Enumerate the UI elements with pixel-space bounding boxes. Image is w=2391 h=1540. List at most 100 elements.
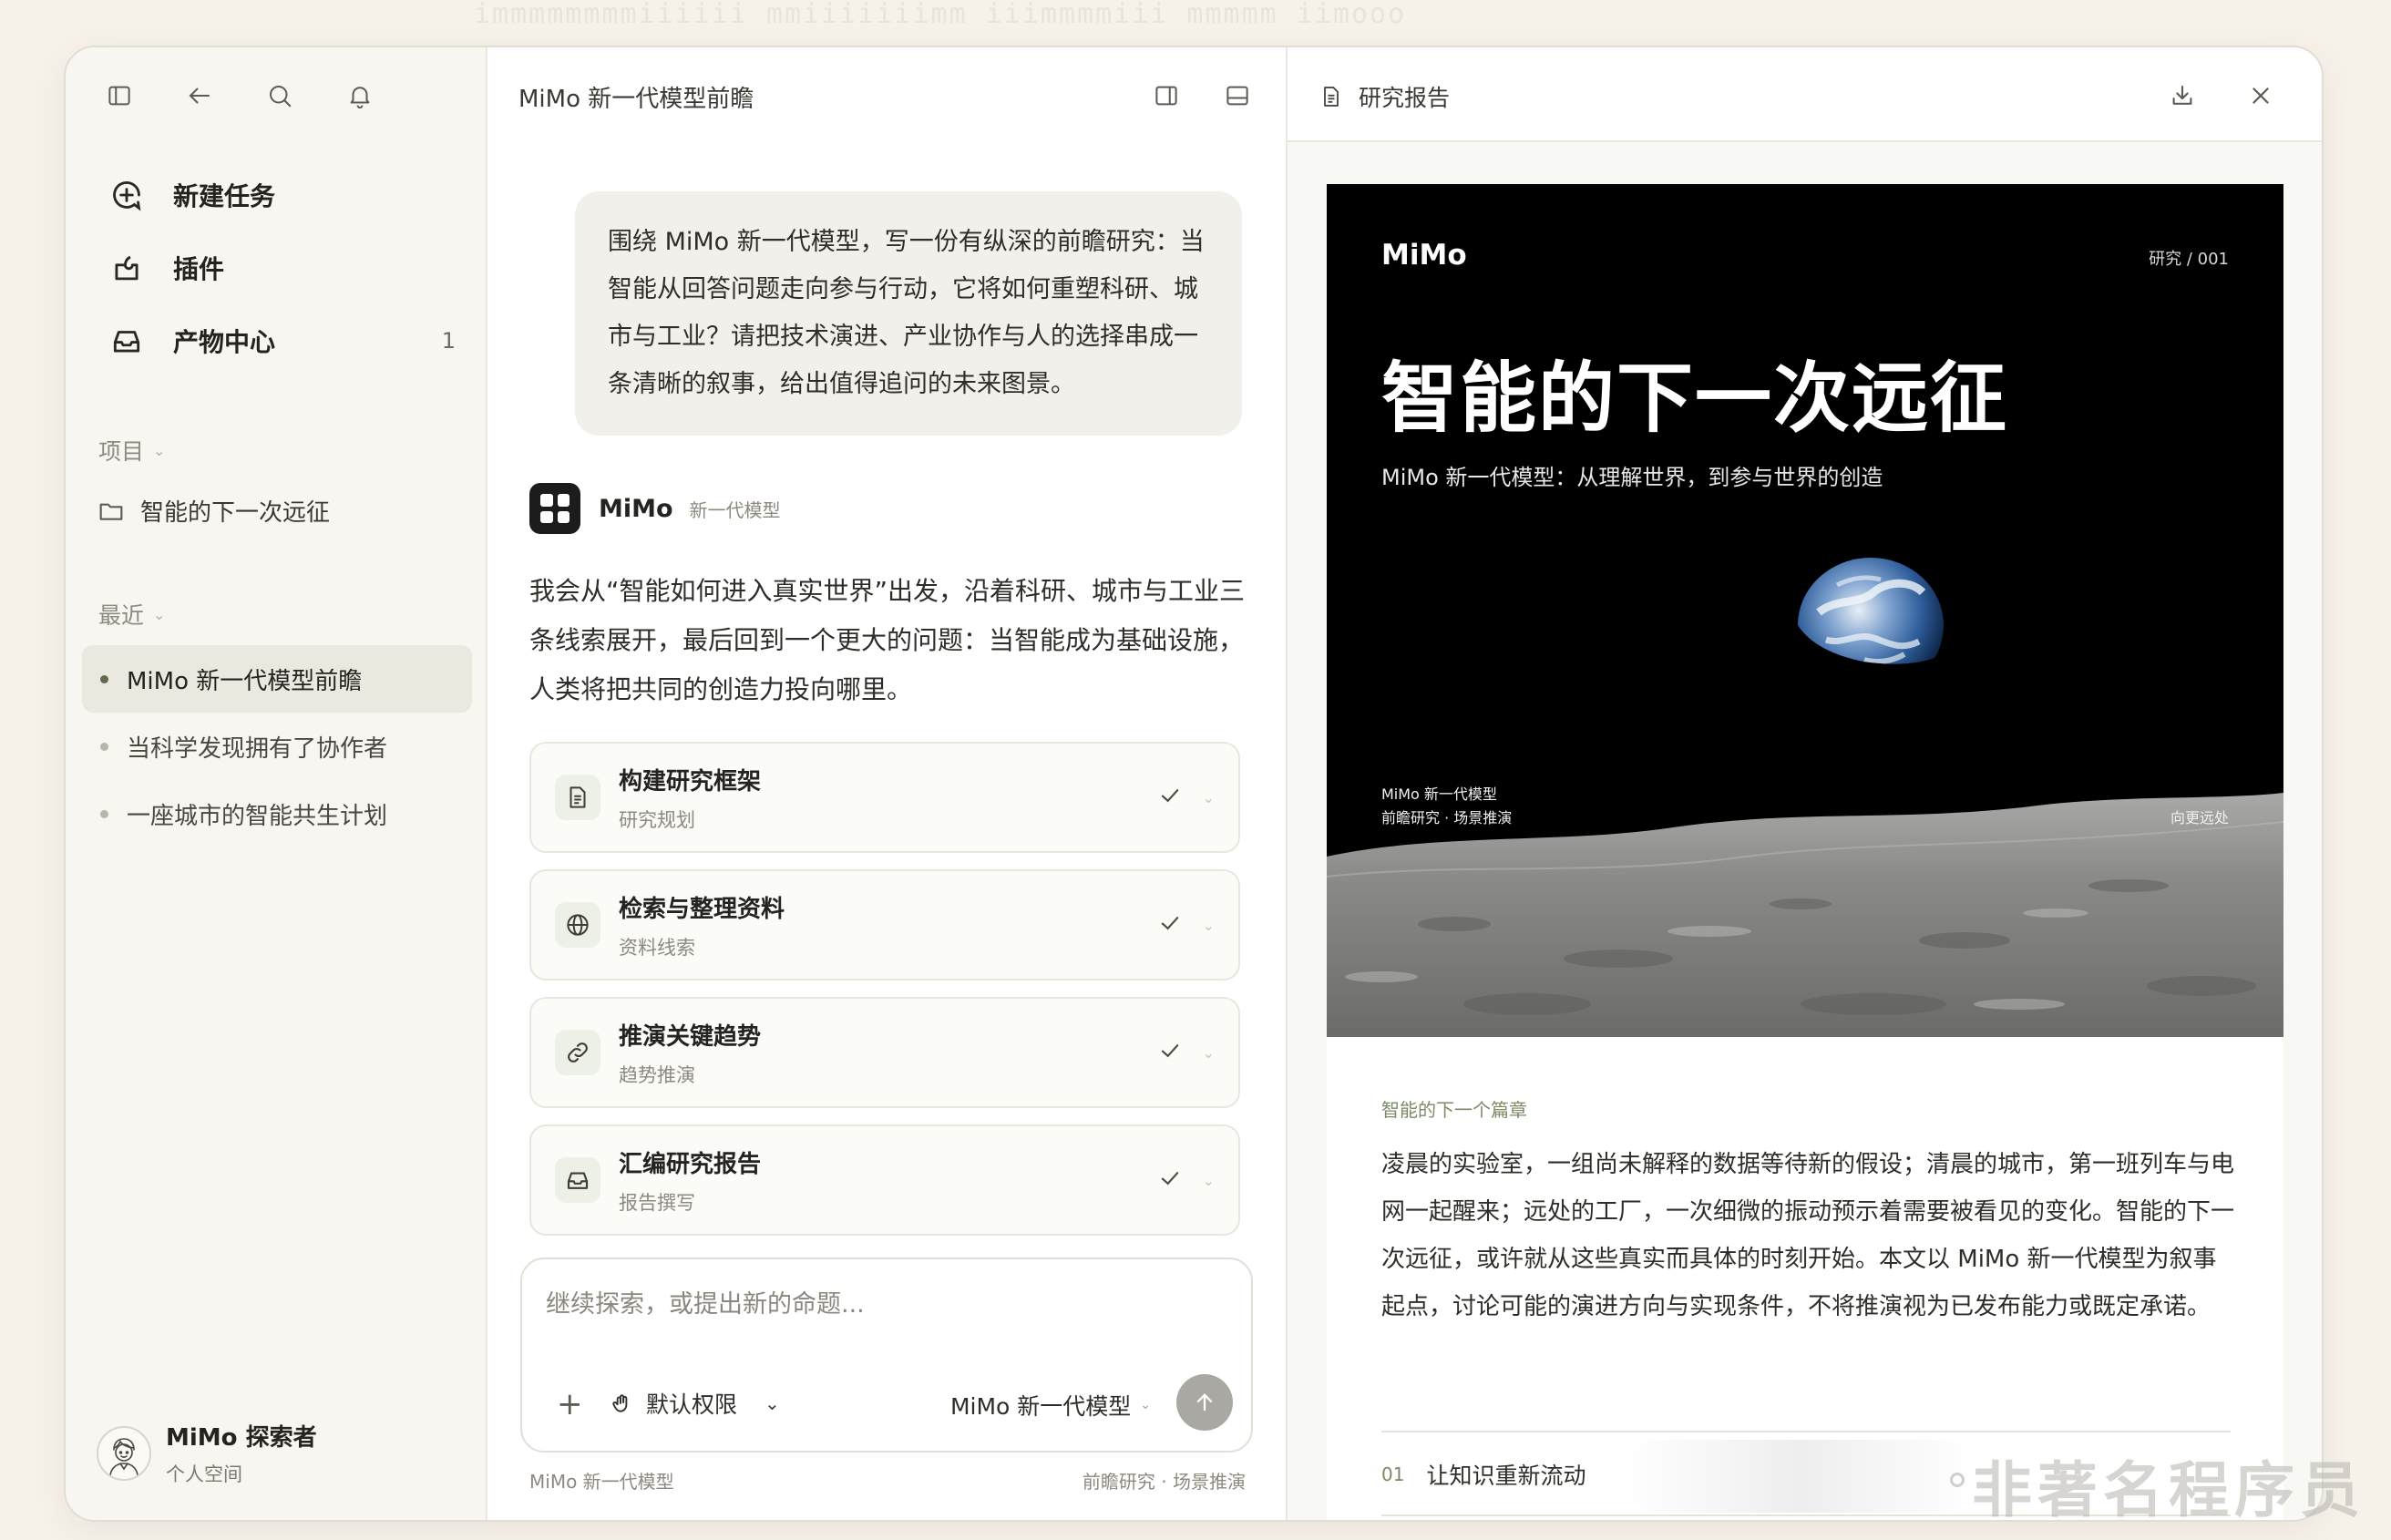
step-title: 构建研究框架 — [619, 767, 762, 796]
user-profile[interactable]: MiMo 探索者 个人空间 — [97, 1419, 317, 1487]
assistant-message: 我会从“智能如何进入真实世界”出发，沿着科研、城市与工业三条线索展开，最后回到一… — [529, 576, 1246, 704]
split-view-icon[interactable] — [1151, 80, 1182, 111]
footer-mode: 前瞻研究 · 场景推演 — [1082, 1471, 1246, 1493]
plugins-button[interactable]: 插件 — [100, 231, 465, 304]
chat-title: MiMo 新一代模型前瞻 — [518, 86, 754, 113]
assistant-header: MiMo 新一代模型 — [529, 483, 781, 534]
sidebar: 新建任务 插件 产物中心 1 项目 ⌄ 智能的下一次远征 最近 ⌄ MiMo 新… — [66, 47, 487, 1520]
model-selector[interactable]: MiMo 新一代模型 ⌄ — [950, 1389, 1151, 1422]
message-composer: + 默认权限 ⌄ MiMo 新一代模型 ⌄ — [520, 1258, 1253, 1453]
assistant-model: 新一代模型 — [689, 498, 781, 521]
recent-item-city[interactable]: 一座城市的智能共生计划 — [82, 780, 472, 847]
permission-label: 默认权限 — [646, 1391, 738, 1418]
recent-item-mimo[interactable]: MiMo 新一代模型前瞻 — [82, 645, 472, 713]
section-kicker: 智能的下一个篇章 — [1381, 1099, 1527, 1121]
step-card[interactable]: 构建研究框架 研究规划 ⌄ — [529, 742, 1240, 853]
watermark-blur — [1622, 1440, 1977, 1513]
projects-title: 项目 — [98, 438, 145, 465]
watermark-text: 非著名程序员 — [1972, 1455, 2365, 1525]
step-title: 汇编研究报告 — [619, 1150, 762, 1178]
status-dot — [100, 674, 108, 683]
add-attachment-icon[interactable]: + — [557, 1389, 583, 1420]
message-input[interactable] — [546, 1290, 1220, 1319]
artifacts-button[interactable]: 产物中心 1 — [100, 304, 465, 377]
report-toolbar — [2167, 80, 2276, 111]
assistant-name: MiMo — [599, 494, 673, 523]
recent-section-header[interactable]: 最近 ⌄ — [98, 598, 165, 631]
chat-panel: MiMo 新一代模型前瞻 围绕 MiMo 新一代模型，写一份有纵深的前瞻研究：当… — [487, 47, 1288, 1520]
download-icon[interactable] — [2167, 80, 2198, 111]
chevron-down-icon[interactable]: ⌄ — [1203, 789, 1215, 806]
artifacts-label: 产物中心 — [173, 327, 276, 357]
projects-section-header[interactable]: 项目 ⌄ — [98, 434, 165, 467]
chevron-down-icon: ⌄ — [1140, 1398, 1151, 1412]
chevron-down-icon: ⌄ — [153, 605, 166, 623]
user-name: MiMo 探索者 — [166, 1424, 317, 1452]
chevron-down-icon[interactable]: ⌄ — [1203, 917, 1215, 934]
status-dot — [100, 809, 108, 818]
send-button[interactable] — [1176, 1374, 1233, 1431]
earthrise-image — [1327, 558, 2283, 1037]
permission-selector[interactable]: 默认权限 ⌄ — [610, 1387, 780, 1420]
plugin-icon — [108, 249, 146, 287]
chevron-down-icon: ⌄ — [765, 1392, 780, 1414]
new-task-button[interactable]: 新建任务 — [100, 159, 465, 231]
recent-item-label: 一座城市的智能共生计划 — [127, 802, 388, 830]
plugins-label: 插件 — [173, 254, 225, 284]
step-card[interactable]: 推演关键趋势 趋势推演 ⌄ — [529, 997, 1240, 1108]
app-window: 新建任务 插件 产物中心 1 项目 ⌄ 智能的下一次远征 最近 ⌄ MiMo 新… — [64, 46, 2324, 1522]
sidebar-project-item[interactable]: 智能的下一次远征 — [97, 494, 330, 528]
report-intro: 凌晨的实验室，一组尚未解释的数据等待新的假设；清晨的城市，第一班列车与电网一起醒… — [1381, 1151, 2235, 1320]
background-ghost-text: immmmmmmmiiiiii mmiiiiiiimm iiimmmmiii m… — [474, 0, 1407, 30]
back-arrow-icon[interactable] — [184, 80, 215, 111]
cover-meta: 前瞻研究 · 场景推演 — [1381, 809, 1513, 826]
hand-icon — [612, 1394, 628, 1412]
recent-list: MiMo 新一代模型前瞻 当科学发现拥有了协作者 一座城市的智能共生计划 — [82, 645, 472, 847]
user-message-bubble: 围绕 MiMo 新一代模型，写一份有纵深的前瞻研究：当智能从回答问题走向参与行动… — [575, 191, 1242, 436]
chat-toolbar — [1151, 80, 1253, 111]
new-task-label: 新建任务 — [173, 181, 276, 211]
inbox-icon — [108, 322, 146, 360]
toc-title: 让知识重新流动 — [1426, 1463, 1586, 1489]
bottom-panel-icon[interactable] — [1222, 80, 1253, 111]
divider — [1381, 1431, 2231, 1432]
chevron-down-icon[interactable]: ⌄ — [1203, 1172, 1215, 1189]
cover-title: 智能的下一次远征 — [1381, 354, 2009, 443]
cover-meta: MiMo 新一代模型 — [1381, 785, 1497, 803]
footer-model: MiMo 新一代模型 — [529, 1471, 674, 1493]
document-icon — [1324, 87, 1339, 107]
recent-item-label: 当科学发现拥有了协作者 — [127, 734, 388, 763]
inbox-icon — [555, 1157, 600, 1203]
recent-item-science[interactable]: 当科学发现拥有了协作者 — [82, 713, 472, 780]
bell-icon[interactable] — [344, 80, 375, 111]
chevron-down-icon[interactable]: ⌄ — [1203, 1044, 1215, 1062]
recent-item-label: MiMo 新一代模型前瞻 — [127, 667, 363, 695]
step-card[interactable]: 检索与整理资料 资料线索 ⌄ — [529, 869, 1240, 980]
mimo-logo-icon — [529, 483, 580, 534]
cover-code: 研究 / 001 — [2149, 250, 2229, 269]
link-icon — [555, 1030, 600, 1075]
globe-icon — [555, 902, 600, 948]
cover-subtitle: MiMo 新一代模型：从理解世界，到参与世界的创造 — [1381, 465, 1883, 490]
step-card[interactable]: 汇编研究报告 报告撰写 ⌄ — [529, 1124, 1240, 1236]
new-task-icon — [108, 176, 146, 214]
artifacts-count: 1 — [441, 328, 456, 354]
sidebar-nav: 新建任务 插件 产物中心 1 — [100, 159, 465, 377]
cover-brand: MiMo — [1381, 239, 1467, 272]
status-dot — [100, 742, 108, 751]
sidebar-toggle-icon[interactable] — [104, 80, 135, 111]
search-icon[interactable] — [264, 80, 295, 111]
report-title-label: 研究报告 — [1359, 85, 1451, 111]
report-cover: MiMo 研究 / 001 智能的下一次远征 MiMo 新一代模型：从理解世界，… — [1327, 184, 2283, 1037]
task-steps: 构建研究框架 研究规划 ⌄ 检索与整理资料 资料线索 ⌄ 推演关键趋势 趋势推演… — [529, 742, 1240, 1252]
document-icon — [555, 775, 600, 820]
report-header: 研究报告 — [1288, 47, 2322, 142]
project-label: 智能的下一次远征 — [140, 499, 331, 527]
toc-item[interactable]: 01 让知识重新流动 — [1381, 1458, 1585, 1491]
user-subtitle: 个人空间 — [166, 1463, 242, 1485]
sidebar-toolbar — [104, 80, 375, 111]
close-icon[interactable] — [2245, 80, 2276, 111]
chevron-down-icon: ⌄ — [153, 441, 166, 459]
recent-title: 最近 — [98, 602, 145, 629]
step-subtitle: 报告撰写 — [619, 1191, 695, 1214]
